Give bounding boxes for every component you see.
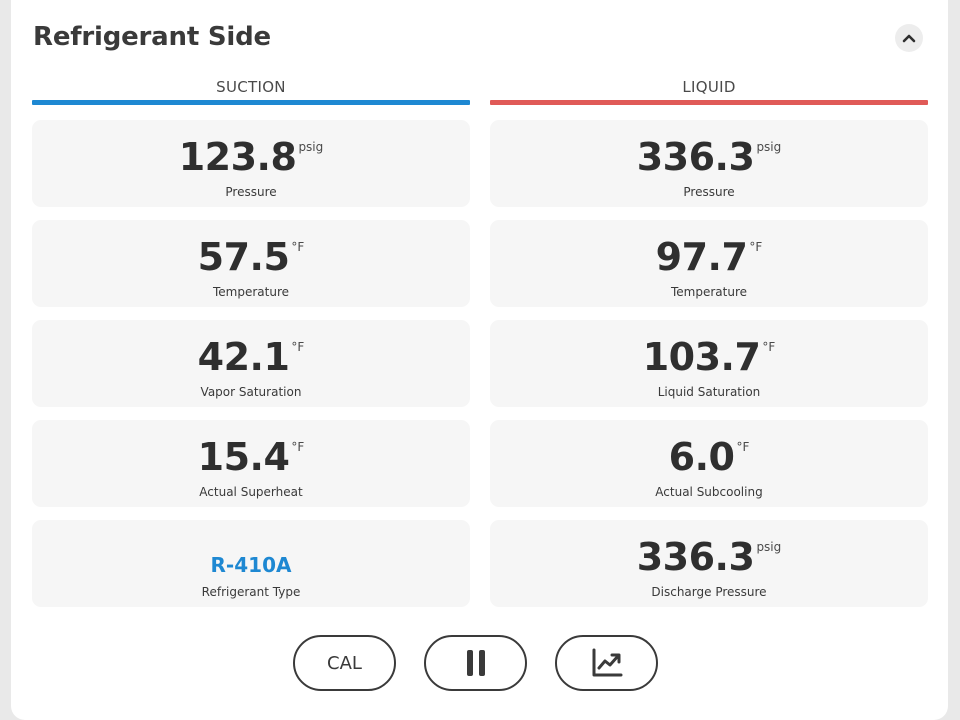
- vapor-saturation-unit: °F: [291, 340, 305, 354]
- suction-temperature-value: 57.5: [197, 235, 290, 279]
- actual-subcooling-unit: °F: [736, 440, 750, 454]
- discharge-pressure-card[interactable]: 336.3 psig Discharge Pressure: [490, 520, 928, 607]
- liquid-pressure-card[interactable]: 336.3 psig Pressure: [490, 120, 928, 207]
- vapor-saturation-label: Vapor Saturation: [200, 385, 302, 399]
- actual-subcooling-label: Actual Subcooling: [655, 485, 763, 499]
- actual-subcooling-card[interactable]: 6.0 °F Actual Subcooling: [490, 420, 928, 507]
- suction-pressure-unit: psig: [298, 140, 324, 154]
- pause-icon: [466, 650, 485, 676]
- liquid-temperature-value: 97.7: [655, 235, 748, 279]
- refrigerant-type-card[interactable]: R-410A Refrigerant Type: [32, 520, 470, 607]
- actual-superheat-unit: °F: [291, 440, 305, 454]
- suction-color-bar: [32, 100, 470, 105]
- actual-subcooling-value: 6.0: [668, 435, 735, 479]
- suction-heading: SUCTION: [216, 78, 286, 96]
- pause-button[interactable]: [424, 635, 527, 691]
- discharge-pressure-unit: psig: [756, 540, 782, 554]
- cal-button[interactable]: CAL: [293, 635, 396, 691]
- actual-superheat-card[interactable]: 15.4 °F Actual Superheat: [32, 420, 470, 507]
- liquid-column: LIQUID 336.3 psig Pressure 97.7 °F Tempe…: [490, 76, 928, 620]
- liquid-temperature-unit: °F: [749, 240, 763, 254]
- chevron-up-icon: [902, 34, 916, 43]
- liquid-pressure-value: 336.3: [636, 135, 755, 179]
- suction-column: SUCTION 123.8 psig Pressure 57.5 °F Temp…: [32, 76, 470, 620]
- control-buttons: CAL: [293, 635, 658, 691]
- suction-temperature-unit: °F: [291, 240, 305, 254]
- liquid-temperature-label: Temperature: [670, 285, 747, 299]
- discharge-pressure-value: 336.3: [636, 535, 755, 579]
- suction-pressure-card[interactable]: 123.8 psig Pressure: [32, 120, 470, 207]
- graph-button[interactable]: [555, 635, 658, 691]
- refrigerant-side-panel: Refrigerant Side SUCTION 123.8 psig Pres…: [11, 0, 948, 720]
- liquid-saturation-value: 103.7: [642, 335, 761, 379]
- trending-chart-icon: [592, 648, 622, 677]
- liquid-saturation-card[interactable]: 103.7 °F Liquid Saturation: [490, 320, 928, 407]
- cal-button-label: CAL: [327, 652, 362, 674]
- discharge-pressure-label: Discharge Pressure: [651, 585, 767, 599]
- refrigerant-type-value: R-410A: [210, 553, 292, 577]
- liquid-temperature-card[interactable]: 97.7 °F Temperature: [490, 220, 928, 307]
- liquid-saturation-label: Liquid Saturation: [657, 385, 761, 399]
- suction-temperature-card[interactable]: 57.5 °F Temperature: [32, 220, 470, 307]
- vapor-saturation-card[interactable]: 42.1 °F Vapor Saturation: [32, 320, 470, 407]
- liquid-saturation-unit: °F: [762, 340, 776, 354]
- panel-title: Refrigerant Side: [33, 22, 271, 52]
- suction-pressure-label: Pressure: [225, 185, 277, 199]
- collapse-button[interactable]: [895, 24, 923, 52]
- actual-superheat-label: Actual Superheat: [199, 485, 303, 499]
- vapor-saturation-value: 42.1: [197, 335, 290, 379]
- liquid-pressure-label: Pressure: [683, 185, 735, 199]
- actual-superheat-value: 15.4: [197, 435, 290, 479]
- liquid-color-bar: [490, 100, 928, 105]
- suction-pressure-value: 123.8: [178, 135, 297, 179]
- liquid-heading: LIQUID: [682, 78, 736, 96]
- suction-temperature-label: Temperature: [212, 285, 289, 299]
- refrigerant-type-label: Refrigerant Type: [201, 585, 301, 599]
- liquid-pressure-unit: psig: [756, 140, 782, 154]
